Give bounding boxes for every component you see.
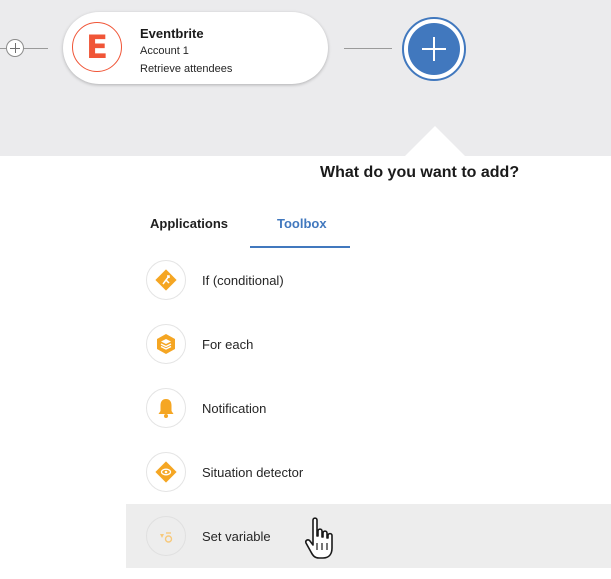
variable-icon (146, 516, 186, 556)
toolbox-item-if-conditional[interactable]: If (conditional) (126, 248, 611, 312)
hand-pointer-icon (304, 516, 338, 569)
panel-heading: What do you want to add? (320, 164, 520, 181)
node-account: Account 1 (140, 45, 189, 57)
toolbox-item-set-variable[interactable]: Set variable (126, 504, 611, 568)
tab-toolbox[interactable]: Toolbox (277, 216, 327, 231)
insert-step-plus-icon[interactable] (6, 39, 24, 57)
connector-line-start (24, 48, 48, 49)
toolbox-item-for-each[interactable]: For each (126, 312, 611, 376)
toolbox-item-situation-detector[interactable]: Situation detector (126, 440, 611, 504)
toolbox-item-label: For each (202, 337, 254, 352)
connector-line-end (344, 48, 392, 49)
bell-icon (146, 388, 186, 428)
node-app-name: Eventbrite (140, 26, 204, 41)
toolbox-item-label: Notification (202, 401, 267, 416)
tab-applications[interactable]: Applications (150, 216, 228, 231)
add-step-button[interactable] (402, 17, 466, 81)
panel-pointer (405, 126, 465, 156)
eventbrite-logo-icon: E (72, 22, 122, 72)
toolbox-item-notification[interactable]: Notification (126, 376, 611, 440)
branch-diamond-icon (146, 260, 186, 300)
eventbrite-node-card[interactable]: E Eventbrite Account 1 Retrieve attendee… (63, 12, 328, 84)
toolbox-item-label: Set variable (202, 529, 271, 544)
eye-diamond-icon (146, 452, 186, 492)
toolbox-item-label: Situation detector (202, 465, 304, 480)
toolbox-item-label: If (conditional) (202, 273, 284, 288)
plus-icon (408, 23, 460, 75)
layers-hexagon-icon (146, 324, 186, 364)
node-action: Retrieve attendees (140, 63, 233, 75)
